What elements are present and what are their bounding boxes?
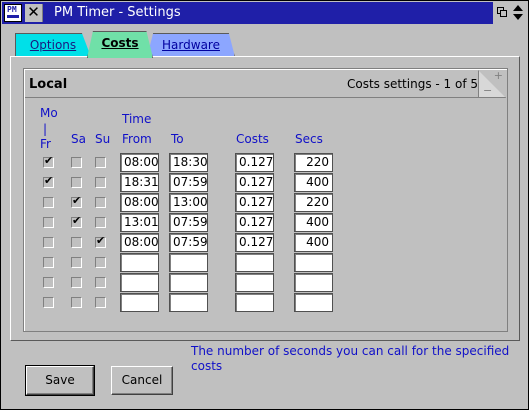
secs-field-row-5[interactable]: 400 <box>294 233 333 252</box>
cancel-button[interactable]: Cancel <box>111 366 173 395</box>
tab-options-label: Options <box>29 38 77 52</box>
app-icon[interactable]: PM <box>4 4 22 22</box>
col-header-su: Su <box>95 132 111 146</box>
from-field-row-1[interactable]: 08:00 <box>120 153 159 172</box>
col-header-sa: Sa <box>71 132 86 146</box>
help-text: The number of seconds you can call for t… <box>191 344 510 373</box>
checkbox-sa-row-5[interactable] <box>71 237 82 248</box>
checkbox-su-row-7[interactable] <box>95 277 106 288</box>
checkbox-su-row-5[interactable]: ✔ <box>95 234 106 248</box>
prev-page-icon[interactable]: − <box>483 84 492 97</box>
tab-costs[interactable]: Costs <box>87 31 153 58</box>
from-field-row-4[interactable]: 13:01 <box>120 213 159 232</box>
tab-hardware-label: Hardware <box>162 38 220 52</box>
settings-window: PM ✕ PM Timer - Settings Options Hardwar… <box>0 0 529 410</box>
checkbox-mofr-row-8[interactable] <box>43 297 54 308</box>
to-field-row-1[interactable]: 18:30 <box>169 153 208 172</box>
page-indicator: Costs settings - 1 of 5 <box>346 77 478 91</box>
section-title: Local <box>29 77 68 92</box>
save-button[interactable]: Save <box>25 365 95 396</box>
col-header-fr: Fr <box>40 137 51 151</box>
from-field-row-6[interactable] <box>120 253 159 272</box>
secs-field-row-3[interactable]: 220 <box>294 193 333 212</box>
checkbox-sa-row-1[interactable] <box>71 157 82 168</box>
secs-field-row-2[interactable]: 400 <box>294 173 333 192</box>
to-field-row-2[interactable]: 07:59 <box>169 173 208 192</box>
local-group: Local Costs settings - 1 of 5 + − Mo | F… <box>23 68 508 332</box>
checkbox-sa-row-2[interactable] <box>71 177 82 188</box>
secs-field-row-7[interactable] <box>294 273 333 292</box>
costs-field-row-3[interactable]: 0.127 <box>235 193 274 212</box>
from-field-row-2[interactable]: 18:31 <box>120 173 159 192</box>
from-field-row-3[interactable]: 08:00 <box>120 193 159 212</box>
checkbox-mofr-row-7[interactable] <box>43 277 54 288</box>
check-mark-icon: ✔ <box>44 154 54 167</box>
checkbox-su-row-2[interactable] <box>95 177 106 188</box>
checkbox-mofr-row-2[interactable]: ✔ <box>43 174 54 188</box>
col-header-from: From <box>122 132 152 146</box>
to-field-row-8[interactable] <box>169 293 208 312</box>
col-header-to: To <box>171 132 184 146</box>
checkbox-su-row-6[interactable] <box>95 257 106 268</box>
to-field-row-3[interactable]: 13:00 <box>169 193 208 212</box>
costs-field-row-7[interactable] <box>235 273 274 292</box>
check-mark-icon: ✔ <box>44 174 54 187</box>
check-mark-icon: ✔ <box>72 214 82 227</box>
from-field-row-5[interactable]: 08:00 <box>120 233 159 252</box>
checkbox-sa-row-7[interactable] <box>71 277 82 288</box>
checkbox-sa-row-3[interactable]: ✔ <box>71 194 82 208</box>
costs-field-row-4[interactable]: 0.127 <box>235 213 274 232</box>
to-field-row-5[interactable]: 07:59 <box>169 233 208 252</box>
secs-field-row-6[interactable] <box>294 253 333 272</box>
page-header: Local Costs settings - 1 of 5 + − <box>25 69 506 98</box>
title-bar[interactable]: PM ✕ PM Timer - Settings <box>2 2 527 24</box>
costs-field-row-5[interactable]: 0.127 <box>235 233 274 252</box>
costs-field-row-1[interactable]: 0.127 <box>235 153 274 172</box>
checkbox-mofr-row-6[interactable] <box>43 257 54 268</box>
to-field-row-6[interactable] <box>169 253 208 272</box>
to-field-row-7[interactable] <box>169 273 208 292</box>
close-icon[interactable]: ✕ <box>25 4 43 22</box>
checkbox-su-row-1[interactable] <box>95 157 106 168</box>
from-field-row-7[interactable] <box>120 273 159 292</box>
tab-options[interactable]: Options <box>15 33 91 57</box>
secs-field-row-1[interactable]: 220 <box>294 153 333 172</box>
secs-field-row-8[interactable] <box>294 293 333 312</box>
costs-field-row-8[interactable] <box>235 293 274 312</box>
checkbox-mofr-row-4[interactable] <box>43 217 54 228</box>
costs-field-row-6[interactable] <box>235 253 274 272</box>
col-header-secs: Secs <box>295 132 323 146</box>
to-field-row-4[interactable]: 07:59 <box>169 213 208 232</box>
window-controls <box>493 2 527 24</box>
checkbox-sa-row-6[interactable] <box>71 257 82 268</box>
app-icon-text: PM <box>7 5 17 14</box>
checkbox-mofr-row-3[interactable] <box>43 197 54 208</box>
secs-field-row-4[interactable]: 400 <box>294 213 333 232</box>
checkbox-sa-row-8[interactable] <box>71 297 82 308</box>
checkbox-mofr-row-1[interactable]: ✔ <box>43 154 54 168</box>
checkbox-su-row-4[interactable] <box>95 217 106 228</box>
window-title: PM Timer - Settings <box>54 5 181 20</box>
check-mark-icon: ✔ <box>96 234 106 247</box>
checkbox-su-row-8[interactable] <box>95 297 106 308</box>
tab-costs-label: Costs <box>101 36 139 50</box>
col-header-time: Time <box>122 112 152 126</box>
page-flip-control[interactable]: + − <box>478 69 506 98</box>
up-down-arrows-icon[interactable] <box>513 5 523 21</box>
costs-page: Local Costs settings - 1 of 5 + − Mo | F… <box>10 56 520 341</box>
restore-icon[interactable] <box>497 7 508 18</box>
costs-field-row-2[interactable]: 0.127 <box>235 173 274 192</box>
checkbox-mofr-row-5[interactable] <box>43 237 54 248</box>
from-field-row-8[interactable] <box>120 293 159 312</box>
checkbox-su-row-3[interactable] <box>95 197 106 208</box>
next-page-icon[interactable]: + <box>494 69 503 82</box>
tab-hardware[interactable]: Hardware <box>147 33 235 57</box>
check-mark-icon: ✔ <box>72 194 82 207</box>
col-header-costs: Costs <box>236 132 269 146</box>
checkbox-sa-row-4[interactable]: ✔ <box>71 214 82 228</box>
